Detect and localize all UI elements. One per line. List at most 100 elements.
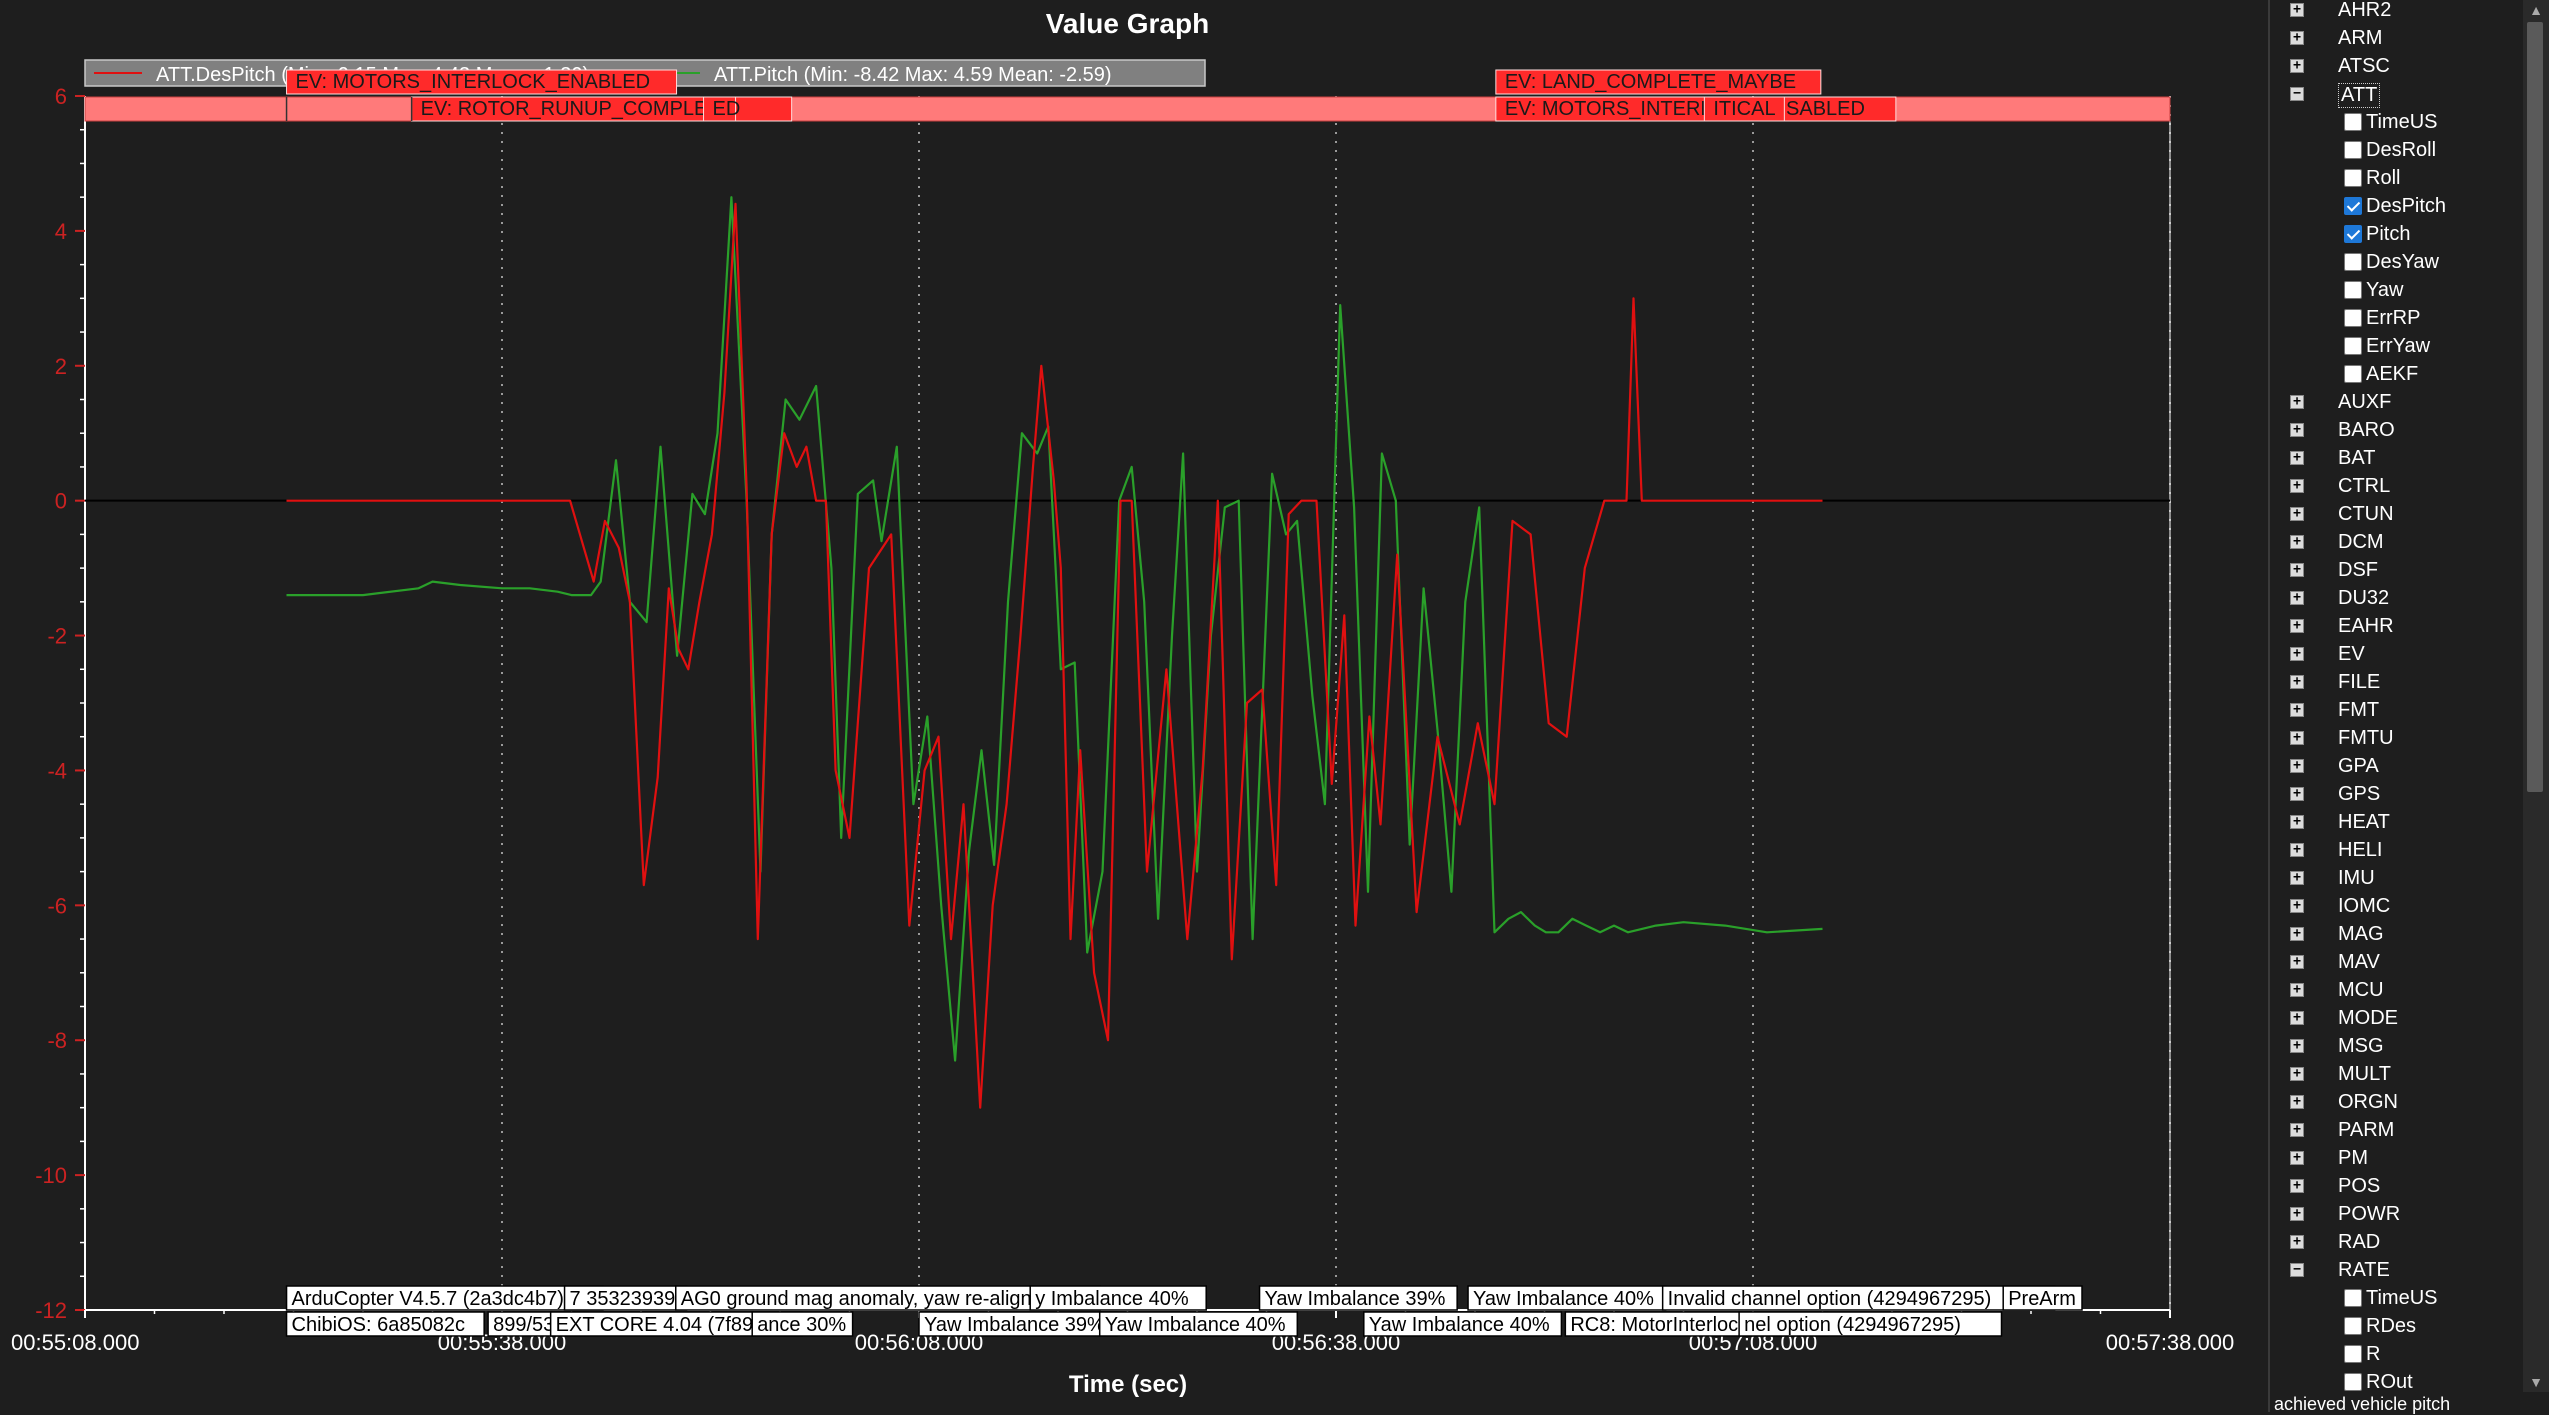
- message-marker-label[interactable]: ance 30%: [757, 1314, 846, 1336]
- tree-item-rate[interactable]: − RATE: [2270, 1256, 2520, 1284]
- expand-icon[interactable]: +: [2290, 1179, 2304, 1193]
- event-marker-label[interactable]: EV: ROTOR_RUNUP_COMPLETE: [421, 98, 733, 120]
- field-checkbox[interactable]: [2344, 281, 2362, 299]
- field-checkbox[interactable]: [2344, 1317, 2362, 1335]
- scroll-down-icon[interactable]: ▼: [2523, 1372, 2549, 1392]
- collapse-icon[interactable]: −: [2290, 1263, 2304, 1277]
- tree-field-desroll[interactable]: DesRoll: [2270, 136, 2520, 164]
- message-marker-label[interactable]: Yaw Imbalance 40%: [1369, 1314, 1550, 1336]
- tree-item-du32[interactable]: + DU32: [2270, 584, 2520, 612]
- message-marker-label[interactable]: y Imbalance 40%: [1035, 1288, 1189, 1310]
- collapse-icon[interactable]: −: [2290, 87, 2304, 101]
- expand-icon[interactable]: +: [2290, 1039, 2304, 1053]
- expand-icon[interactable]: +: [2290, 563, 2304, 577]
- field-checkbox[interactable]: [2344, 1345, 2362, 1363]
- message-marker-label[interactable]: ArduCopter V4.5.7 (2a3dc4b7): [292, 1288, 564, 1310]
- expand-icon[interactable]: +: [2290, 423, 2304, 437]
- tree-item-fmtu[interactable]: + FMTU: [2270, 724, 2520, 752]
- tree-item-dcm[interactable]: + DCM: [2270, 528, 2520, 556]
- message-marker-label[interactable]: AG0 ground mag anomaly, yaw re-aligned: [681, 1288, 1054, 1310]
- tree-item-baro[interactable]: + BARO: [2270, 416, 2520, 444]
- field-checkbox[interactable]: [2344, 1289, 2362, 1307]
- tree-field-rdes[interactable]: RDes: [2270, 1312, 2520, 1340]
- expand-icon[interactable]: +: [2290, 703, 2304, 717]
- expand-icon[interactable]: +: [2290, 591, 2304, 605]
- expand-icon[interactable]: +: [2290, 479, 2304, 493]
- expand-icon[interactable]: +: [2290, 815, 2304, 829]
- tree-field-yaw[interactable]: Yaw: [2270, 276, 2520, 304]
- tree-item-eahr[interactable]: + EAHR: [2270, 612, 2520, 640]
- plot-area[interactable]: [85, 96, 2170, 1312]
- tree-field-timeus[interactable]: TimeUS: [2270, 1284, 2520, 1312]
- tree-item-ahr2[interactable]: + AHR2: [2270, 0, 2520, 24]
- expand-icon[interactable]: +: [2290, 647, 2304, 661]
- tree-item-heli[interactable]: + HELI: [2270, 836, 2520, 864]
- value-graph-panel[interactable]: Value Graph 6 4 2 0 -2 -4 -6 -8 -10 -12 00:55:08.0…: [0, 0, 2268, 1412]
- field-checkbox[interactable]: [2344, 197, 2362, 215]
- tree-item-dsf[interactable]: + DSF: [2270, 556, 2520, 584]
- tree-item-file[interactable]: + FILE: [2270, 668, 2520, 696]
- expand-icon[interactable]: +: [2290, 1235, 2304, 1249]
- field-checkbox[interactable]: [2344, 365, 2362, 383]
- tree-item-msg[interactable]: + MSG: [2270, 1032, 2520, 1060]
- expand-icon[interactable]: +: [2290, 535, 2304, 549]
- legend-pitch[interactable]: ATT.Pitch (Min: -8.42 Max: 4.59 Mean: -2…: [714, 64, 1112, 86]
- field-checkbox[interactable]: [2344, 113, 2362, 131]
- tree-field-aekf[interactable]: AEKF: [2270, 360, 2520, 388]
- message-marker-label[interactable]: ChibiOS: 6a85082c: [292, 1314, 465, 1336]
- expand-icon[interactable]: +: [2290, 1207, 2304, 1221]
- tree-item-gps[interactable]: + GPS: [2270, 780, 2520, 808]
- tree-item-parm[interactable]: + PARM: [2270, 1116, 2520, 1144]
- expand-icon[interactable]: +: [2290, 619, 2304, 633]
- tree-item-imu[interactable]: + IMU: [2270, 864, 2520, 892]
- expand-icon[interactable]: +: [2290, 983, 2304, 997]
- scroll-up-icon[interactable]: ▲: [2523, 0, 2549, 20]
- message-marker-label[interactable]: nel option (4294967295): [1744, 1314, 1961, 1336]
- field-checkbox[interactable]: [2344, 169, 2362, 187]
- tree-item-powr[interactable]: + POWR: [2270, 1200, 2520, 1228]
- tree-item-ctun[interactable]: + CTUN: [2270, 500, 2520, 528]
- message-marker-label[interactable]: Yaw Imbalance 40%: [1105, 1314, 1286, 1336]
- tree-item-bat[interactable]: + BAT: [2270, 444, 2520, 472]
- tree-item-auxf[interactable]: + AUXF: [2270, 388, 2520, 416]
- expand-icon[interactable]: +: [2290, 1011, 2304, 1025]
- tree-item-mode[interactable]: + MODE: [2270, 1004, 2520, 1032]
- tree-field-despitch[interactable]: DesPitch: [2270, 192, 2520, 220]
- expand-icon[interactable]: +: [2290, 675, 2304, 689]
- tree-item-pos[interactable]: + POS: [2270, 1172, 2520, 1200]
- expand-icon[interactable]: +: [2290, 1123, 2304, 1137]
- expand-icon[interactable]: +: [2290, 759, 2304, 773]
- tree-field-errrp[interactable]: ErrRP: [2270, 304, 2520, 332]
- tree-item-rad[interactable]: + RAD: [2270, 1228, 2520, 1256]
- field-tree-panel[interactable]: + AHR2 + ARM + ATSC − ATT TimeUS DesRoll Roll DesPi…: [2268, 0, 2549, 1414]
- expand-icon[interactable]: +: [2290, 787, 2304, 801]
- field-checkbox[interactable]: [2344, 1373, 2362, 1391]
- tree-item-fmt[interactable]: + FMT: [2270, 696, 2520, 724]
- expand-icon[interactable]: +: [2290, 927, 2304, 941]
- expand-icon[interactable]: +: [2290, 59, 2304, 73]
- tree-field-roll[interactable]: Roll: [2270, 164, 2520, 192]
- expand-icon[interactable]: +: [2290, 3, 2304, 17]
- tree-item-orgn[interactable]: + ORGN: [2270, 1088, 2520, 1116]
- expand-icon[interactable]: +: [2290, 1151, 2304, 1165]
- tree-item-ctrl[interactable]: + CTRL: [2270, 472, 2520, 500]
- tree-scroll-thumb[interactable]: [2527, 22, 2543, 792]
- field-checkbox[interactable]: [2344, 141, 2362, 159]
- expand-icon[interactable]: +: [2290, 451, 2304, 465]
- tree-item-mult[interactable]: + MULT: [2270, 1060, 2520, 1088]
- tree-scrollbar[interactable]: ▲ ▼: [2523, 0, 2549, 1392]
- message-marker-label[interactable]: Yaw Imbalance 39%: [1265, 1288, 1446, 1310]
- tree-item-mcu[interactable]: + MCU: [2270, 976, 2520, 1004]
- event-marker-label[interactable]: EV: MOTORS_INTERLOCK_ENABLED: [296, 71, 651, 93]
- tree-item-arm[interactable]: + ARM: [2270, 24, 2520, 52]
- expand-icon[interactable]: +: [2290, 31, 2304, 45]
- field-checkbox[interactable]: [2344, 225, 2362, 243]
- tree-field-desyaw[interactable]: DesYaw: [2270, 248, 2520, 276]
- event-marker-label[interactable]: ITICAL: [1713, 98, 1775, 120]
- tree-item-heat[interactable]: + HEAT: [2270, 808, 2520, 836]
- message-marker-label[interactable]: PreArm: [2008, 1288, 2076, 1310]
- tree-field-timeus[interactable]: TimeUS: [2270, 108, 2520, 136]
- message-marker-label[interactable]: Yaw Imbalance 40%: [1473, 1288, 1654, 1310]
- tree-item-ev[interactable]: + EV: [2270, 640, 2520, 668]
- expand-icon[interactable]: +: [2290, 871, 2304, 885]
